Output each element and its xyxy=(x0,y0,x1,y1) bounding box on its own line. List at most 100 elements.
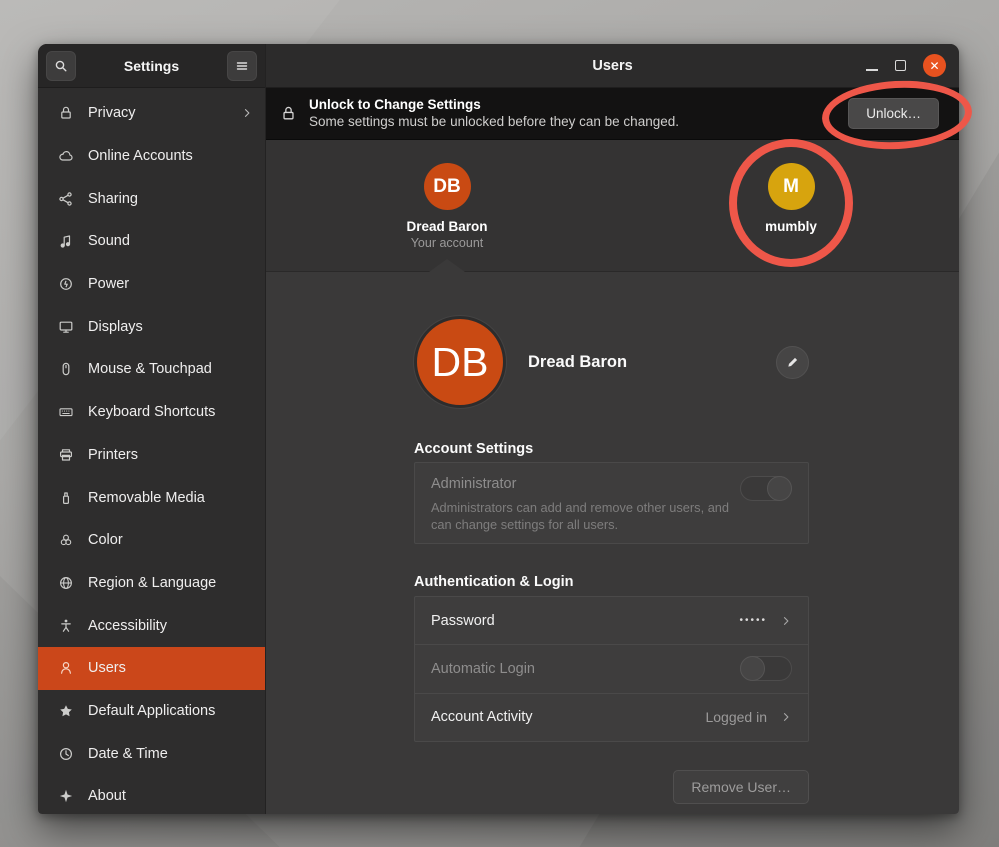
accessibility-person-icon xyxy=(58,617,75,634)
minimize-button[interactable] xyxy=(866,60,878,72)
user-name: mumbly xyxy=(730,219,852,234)
user-icon xyxy=(58,660,75,677)
hamburger-icon xyxy=(234,58,250,74)
administrator-label: Administrator xyxy=(431,476,792,492)
avatar-initials: DB xyxy=(433,176,460,198)
sidebar-item-date-time[interactable]: Date & Time xyxy=(38,732,265,775)
avatar: DB xyxy=(424,163,471,210)
lock-icon xyxy=(58,105,75,122)
carousel-user-dread-baron[interactable]: DB Dread Baron Your account xyxy=(386,163,508,250)
automatic-login-toggle[interactable] xyxy=(740,656,792,681)
sidebar-item-label: Sharing xyxy=(88,191,138,207)
sidebar-item-mouse-touchpad[interactable]: Mouse & Touchpad xyxy=(38,348,265,391)
user-name: Dread Baron xyxy=(386,219,508,234)
administrator-description: Administrators can add and remove other … xyxy=(431,499,736,534)
sidebar-item-sound[interactable]: Sound xyxy=(38,220,265,263)
account-activity-row[interactable]: Account Activity Logged in xyxy=(415,693,808,741)
sidebar-item-label: Sound xyxy=(88,233,130,249)
sidebar-item-region-language[interactable]: Region & Language xyxy=(38,562,265,605)
sidebar-item-online-accounts[interactable]: Online Accounts xyxy=(38,135,265,178)
star-icon xyxy=(58,702,75,719)
section-heading-authentication: Authentication & Login xyxy=(414,574,573,590)
printer-icon xyxy=(58,446,75,463)
selected-user-caret xyxy=(429,259,465,272)
sidebar-item-label: About xyxy=(88,788,126,804)
banner-text: Unlock to Change Settings Some settings … xyxy=(309,97,679,131)
titlebar[interactable]: Users ✕ xyxy=(266,44,959,88)
pencil-icon xyxy=(786,355,800,369)
avatar: M xyxy=(768,163,815,210)
display-icon xyxy=(58,318,75,335)
cloud-icon xyxy=(58,148,75,165)
password-label: Password xyxy=(431,613,495,629)
sidebar-item-label: Keyboard Shortcuts xyxy=(88,404,215,420)
sidebar-item-removable-media[interactable]: Removable Media xyxy=(38,476,265,519)
edit-name-button[interactable] xyxy=(776,346,809,379)
sidebar-item-privacy[interactable]: Privacy xyxy=(38,92,265,135)
sidebar-item-power[interactable]: Power xyxy=(38,263,265,306)
sidebar-item-default-applications[interactable]: Default Applications xyxy=(38,690,265,733)
music-note-icon xyxy=(58,233,75,250)
sidebar-item-label: Date & Time xyxy=(88,746,168,762)
administrator-toggle[interactable] xyxy=(740,476,792,501)
sidebar-title: Settings xyxy=(124,58,179,74)
automatic-login-row: Automatic Login xyxy=(415,644,808,692)
sidebar-item-label: Privacy xyxy=(88,105,136,121)
toggle-knob xyxy=(767,476,792,501)
sidebar: Settings Privacy Online Accounts xyxy=(38,44,266,814)
settings-window: Settings Privacy Online Accounts xyxy=(38,44,959,814)
sidebar-item-label: Users xyxy=(88,660,126,676)
window-controls: ✕ xyxy=(866,44,946,87)
toggle-knob xyxy=(740,656,765,681)
banner-subtitle: Some settings must be unlocked before th… xyxy=(309,114,679,131)
page-title: Users xyxy=(592,58,632,74)
sidebar-item-sharing[interactable]: Sharing xyxy=(38,177,265,220)
clock-icon xyxy=(58,745,75,762)
sidebar-item-label: Displays xyxy=(88,319,143,335)
sidebar-item-label: Region & Language xyxy=(88,575,216,591)
sidebar-item-label: Color xyxy=(88,532,123,548)
sparkle-icon xyxy=(58,788,75,805)
sidebar-item-label: Printers xyxy=(88,447,138,463)
color-circles-icon xyxy=(58,532,75,549)
sidebar-item-about[interactable]: About xyxy=(38,775,265,814)
avatar-initials: M xyxy=(783,176,799,198)
sidebar-item-label: Online Accounts xyxy=(88,148,193,164)
sidebar-item-keyboard-shortcuts[interactable]: Keyboard Shortcuts xyxy=(38,391,265,434)
sidebar-item-label: Mouse & Touchpad xyxy=(88,361,212,377)
unlock-banner: Unlock to Change Settings Some settings … xyxy=(266,88,959,140)
flash-drive-icon xyxy=(58,489,75,506)
password-row[interactable]: Password ••••• xyxy=(415,597,808,644)
mouse-icon xyxy=(58,361,75,378)
sidebar-item-color[interactable]: Color xyxy=(38,519,265,562)
carousel-user-mumbly[interactable]: M mumbly xyxy=(730,163,852,234)
desktop-background: Settings Privacy Online Accounts xyxy=(0,0,999,847)
sidebar-item-printers[interactable]: Printers xyxy=(38,434,265,477)
account-activity-value: Logged in xyxy=(705,709,767,725)
sidebar-list: Privacy Online Accounts Sharing Sound xyxy=(38,88,265,814)
user-detail-panel: DB Dread Baron Account Settings Administ… xyxy=(266,272,959,814)
sidebar-item-displays[interactable]: Displays xyxy=(38,305,265,348)
maximize-button[interactable] xyxy=(895,60,906,71)
menu-button[interactable] xyxy=(227,51,257,81)
remove-user-button[interactable]: Remove User… xyxy=(673,770,809,804)
search-icon xyxy=(53,58,69,74)
close-button[interactable]: ✕ xyxy=(923,54,946,77)
sidebar-item-accessibility[interactable]: Accessibility xyxy=(38,604,265,647)
keyboard-icon xyxy=(58,404,75,421)
sidebar-item-label: Removable Media xyxy=(88,490,205,506)
unlock-button[interactable]: Unlock… xyxy=(848,98,939,129)
main-pane: Users ✕ Unlock to Change Settings Some s… xyxy=(266,44,959,814)
chevron-right-icon xyxy=(780,711,792,723)
sidebar-item-label: Default Applications xyxy=(88,703,215,719)
lock-icon xyxy=(280,105,297,122)
administrator-card: Administrator Administrators can add and… xyxy=(414,462,809,544)
user-carousel: DB Dread Baron Your account M mumbly xyxy=(266,140,959,272)
sidebar-header: Settings xyxy=(38,44,265,88)
sidebar-item-label: Accessibility xyxy=(88,618,167,634)
profile-avatar[interactable]: DB xyxy=(414,316,506,408)
sidebar-item-users[interactable]: Users xyxy=(38,647,265,690)
search-button[interactable] xyxy=(46,51,76,81)
banner-title: Unlock to Change Settings xyxy=(309,97,679,114)
remove-user-row: Remove User… xyxy=(414,770,809,804)
